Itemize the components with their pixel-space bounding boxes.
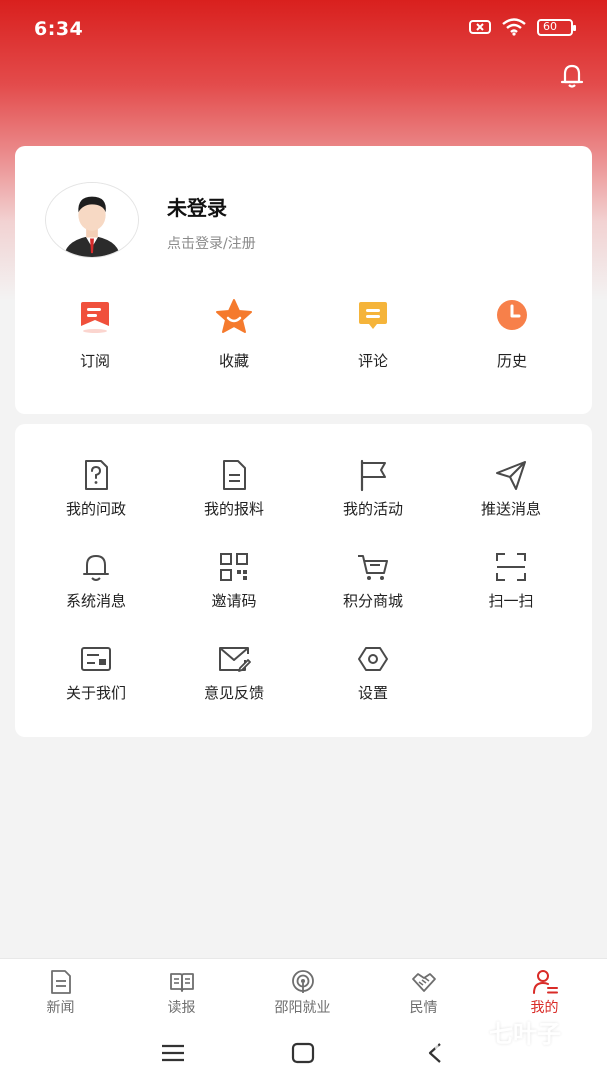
id-card-icon [81,647,111,671]
send-icon [496,461,526,490]
quick-action-comments[interactable]: 评论 [313,296,433,386]
settings-hexagon-icon [358,647,388,671]
avatar[interactable] [45,182,139,258]
menu-item-feedback[interactable]: 意见反馈 [164,642,304,712]
menu-item-label: 意见反馈 [203,684,264,702]
wifi-icon [502,18,526,36]
default-avatar-icon [46,183,138,257]
menu-item-invite-code[interactable]: 邀请码 [164,550,304,620]
mail-edit-icon [219,647,251,672]
comment-icon [359,302,387,329]
question-doc-icon [85,460,108,490]
quick-action-subscribe[interactable]: 订阅 [35,296,155,386]
broadcast-icon [291,970,314,993]
quick-action-label: 评论 [357,352,388,370]
menu-item-about-us[interactable]: 关于我们 [26,642,166,712]
quick-action-history[interactable]: 历史 [452,296,572,386]
watermark: 七叶子 7YZ.COM [431,1008,591,1068]
menu-item-label: 关于我们 [65,684,126,702]
menu-item-label: 积分商城 [342,592,403,610]
scan-icon [496,553,526,581]
menu-item-label: 系统消息 [65,592,126,610]
menu-item-label: 我的问政 [65,500,126,518]
menu-item-my-activities[interactable]: 我的活动 [303,458,443,528]
status-time: 6:34 [34,18,84,40]
nav-tab-read-paper[interactable]: 读报 [121,969,242,1017]
menu-item-my-reports[interactable]: 我的报料 [164,458,304,528]
menu-item-label: 推送消息 [480,500,541,518]
menu-item-label: 邀请码 [211,592,257,610]
handshake-icon [411,973,436,992]
qrcode-icon [220,553,248,581]
login-title[interactable]: 未登录 [167,192,227,221]
profile-card: 未登录 点击登录/注册 订阅 收藏 评论 历史 [15,146,592,414]
nav-tab-shaoyang-jobs[interactable]: 邵阳就业 [242,969,363,1017]
menu-item-settings[interactable]: 设置 [303,642,443,712]
cart-icon [358,555,388,580]
menu-item-label: 我的报料 [203,500,264,518]
subscribe-icon [81,302,109,333]
document-icon [223,460,246,490]
watermark-title: 七叶子 [489,1020,561,1048]
nav-tab-label: 读报 [167,1000,196,1016]
status-bar: 6:34 60 [0,0,607,58]
quick-actions: 订阅 收藏 评论 历史 [15,296,592,386]
notification-bell-icon[interactable] [557,60,587,90]
login-subtitle[interactable]: 点击登录/注册 [167,233,256,253]
menu-item-label: 我的活动 [342,500,403,518]
home-square-icon[interactable] [288,1040,318,1066]
quick-action-label: 历史 [496,352,527,370]
watermark-site: 7YZ.COM [495,1046,558,1060]
menu-item-label: 设置 [357,684,388,702]
nav-tab-label: 邵阳就业 [274,1000,331,1016]
battery-level: 60 [543,19,557,33]
news-icon [50,970,71,994]
bell-icon [83,555,109,581]
sim-off-icon [469,20,491,34]
quick-action-favorites[interactable]: 收藏 [174,296,294,386]
nav-tab-news[interactable]: 新闻 [0,969,121,1017]
nav-tab-label: 新闻 [46,1000,75,1016]
menu-item-push-messages[interactable]: 推送消息 [441,458,581,528]
menu-lines-icon[interactable] [158,1040,188,1066]
menu-item-label: 扫一扫 [488,592,534,610]
status-icons: 60 [469,18,576,36]
menu-item-scan[interactable]: 扫一扫 [441,550,581,620]
history-clock-icon [497,300,527,330]
menu-item-system-messages[interactable]: 系统消息 [26,550,166,620]
menu-card: 我的问政 我的报料 我的活动 推送消息 系统消息 邀请码 积分商城 扫一扫 关于… [15,424,592,737]
newspaper-icon [169,973,194,992]
watermark-logo-icon [433,1012,485,1064]
star-icon [216,299,252,333]
user-list-icon [532,970,558,994]
quick-action-label: 订阅 [79,352,110,370]
battery-icon: 60 [537,18,576,36]
quick-action-label: 收藏 [218,352,249,370]
menu-item-points-mall[interactable]: 积分商城 [303,550,443,620]
flag-icon [360,459,386,492]
menu-item-my-inquiries[interactable]: 我的问政 [26,458,166,528]
